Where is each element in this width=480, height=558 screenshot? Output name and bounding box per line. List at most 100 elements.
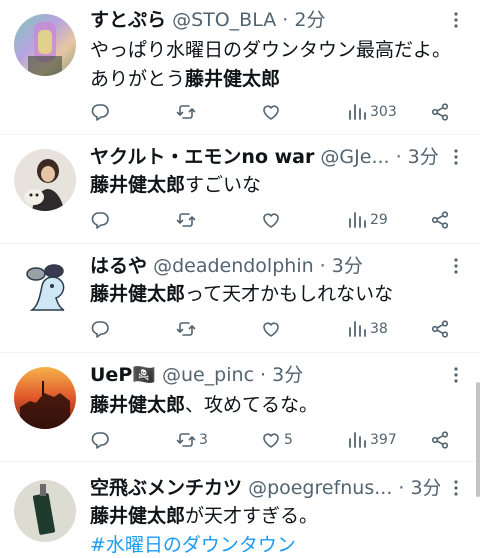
reply-button[interactable]: [90, 428, 113, 452]
more-icon[interactable]: [446, 256, 466, 276]
avatar-image: [32, 484, 56, 535]
retweet-icon: [176, 322, 196, 336]
display-name[interactable]: すとぷら: [90, 9, 166, 31]
tweet-text-plain: って天才かもしれないな: [185, 283, 394, 305]
retweet-button[interactable]: [176, 100, 199, 124]
handle-time[interactable]: @GJe... · 3分: [320, 146, 438, 168]
tweet-3[interactable]: はるや @deadendolphin · 3分 藤井健太郎って天才かもしれないな…: [0, 244, 480, 352]
display-name[interactable]: 空飛ぶメンチカツ: [90, 477, 242, 499]
avatar-image: [26, 264, 65, 311]
reply-icon: [91, 321, 109, 338]
retweet-count: 3: [199, 432, 208, 448]
tweet-2[interactable]: ヤクルト・エモンno war @GJe... · 3分 藤井健太郎すごいな 29: [0, 135, 480, 243]
share-button[interactable]: [430, 317, 450, 341]
like-icon: [263, 213, 279, 228]
share-button[interactable]: [430, 100, 450, 124]
view-count: 38: [370, 321, 388, 337]
handle-time[interactable]: @ue_pinc · 3分: [162, 364, 303, 386]
views-button[interactable]: 38: [347, 317, 388, 341]
tweet-text: 藤井健太郎すごいな: [90, 171, 466, 200]
view-count: 303: [370, 104, 397, 120]
tweet-text-line: 藤井健太郎が天才すぎる。: [90, 502, 466, 531]
tweet-header: はるや @deadendolphin · 3分: [90, 254, 440, 278]
more-icon[interactable]: [446, 10, 466, 30]
like-button[interactable]: 5: [261, 428, 293, 452]
tweet-text-line: ありがとう藤井健太郎: [90, 65, 466, 94]
tweet-text-line: 藤井健太郎、攻めてるな。: [90, 391, 466, 420]
views-icon: [349, 321, 366, 337]
avatar[interactable]: [14, 14, 76, 76]
retweet-button[interactable]: [176, 208, 199, 232]
action-bar: 303: [90, 100, 466, 124]
share-button[interactable]: [430, 428, 450, 452]
share-icon: [431, 431, 449, 449]
tweet-text: 藤井健太郎って天才かもしれないな: [90, 280, 466, 309]
like-button[interactable]: [261, 208, 284, 232]
tweet-5[interactable]: 空飛ぶメンチカツ @poegrefnus... · 3分 藤井健太郎が天才すぎる…: [0, 462, 480, 558]
tweet-text: 藤井健太郎、攻めてるな。: [90, 391, 466, 420]
display-name[interactable]: UeP🏴‍☠️: [90, 364, 156, 386]
tweet-text-plain: が天才すぎる。: [185, 505, 319, 527]
tweet-text: やっぱり水曜日のダウンタウン最高だよ。 ありがとう藤井健太郎: [90, 36, 466, 94]
hashtag-link[interactable]: #水曜日のダウンタウン: [90, 531, 466, 558]
action-bar: 3 5 397: [90, 428, 466, 452]
like-button[interactable]: [261, 100, 284, 124]
share-icon: [431, 103, 449, 121]
retweet-icon: [176, 105, 196, 119]
tweet-text-line: やっぱり水曜日のダウンタウン最高だよ。: [90, 39, 452, 61]
tweet-text: 藤井健太郎が天才すぎる。 #水曜日のダウンタウン: [90, 502, 466, 558]
view-count: 29: [370, 212, 388, 228]
like-icon: [263, 322, 279, 337]
tweet-4[interactable]: UeP🏴‍☠️ @ue_pinc · 3分 藤井健太郎、攻めてるな。 3 5 3…: [0, 353, 480, 461]
more-icon[interactable]: [446, 147, 466, 167]
avatar-image: [24, 159, 64, 211]
tweet-header: 空飛ぶメンチカツ @poegrefnus... · 3分: [90, 476, 440, 500]
views-button[interactable]: 397: [347, 428, 397, 452]
retweet-icon: [176, 433, 196, 447]
handle-time[interactable]: @poegrefnus... · 3分: [248, 477, 440, 499]
avatar[interactable]: [14, 367, 76, 429]
tweet-text-bold: 藤井健太郎: [90, 174, 186, 196]
avatar[interactable]: [14, 480, 76, 542]
display-name[interactable]: はるや: [90, 255, 147, 277]
retweet-button[interactable]: [176, 317, 199, 341]
reply-button[interactable]: [90, 100, 113, 124]
reply-icon: [91, 104, 109, 121]
retweet-button[interactable]: 3: [176, 428, 208, 452]
scrollbar[interactable]: [476, 382, 480, 497]
tweet-text-bold: 藤井健太郎: [90, 505, 186, 527]
tweet-text-bold: 藤井健太郎: [90, 394, 186, 416]
tweet-text-plain: ありがとう: [90, 68, 186, 90]
reply-icon: [91, 432, 109, 449]
handle-time[interactable]: @STO_BLA · 2分: [172, 9, 325, 31]
tweet-text-plain: 、攻めてるな。: [185, 394, 319, 416]
reply-button[interactable]: [90, 208, 113, 232]
avatar-image: [20, 381, 70, 429]
views-icon: [349, 212, 366, 228]
views-button[interactable]: 303: [347, 100, 397, 124]
views-icon: [349, 432, 366, 448]
more-icon[interactable]: [446, 478, 466, 498]
avatar[interactable]: [14, 149, 76, 211]
tweet-header: ヤクルト・エモンno war @GJe... · 3分: [90, 145, 440, 169]
views-button[interactable]: 29: [347, 208, 388, 232]
tweet-text-line: 藤井健太郎すごいな: [90, 171, 466, 200]
like-icon: [263, 433, 279, 448]
share-button[interactable]: [430, 208, 450, 232]
like-button[interactable]: [261, 317, 284, 341]
reply-button[interactable]: [90, 317, 113, 341]
reply-icon: [91, 212, 109, 229]
display-name[interactable]: ヤクルト・エモンno war: [90, 146, 314, 168]
avatar-image: [28, 22, 62, 76]
share-icon: [431, 211, 449, 229]
tweet-header: すとぷら @STO_BLA · 2分: [90, 8, 440, 32]
retweet-icon: [176, 213, 196, 227]
more-icon[interactable]: [446, 365, 466, 385]
handle-time[interactable]: @deadendolphin · 3分: [153, 255, 363, 277]
view-count: 397: [370, 432, 397, 448]
tweet-text-bold: 藤井健太郎: [90, 283, 186, 305]
action-bar: 29: [90, 208, 466, 232]
tweet-text-bold: 藤井健太郎: [185, 68, 281, 90]
tweet-1[interactable]: すとぷら @STO_BLA · 2分 やっぱり水曜日のダウンタウン最高だよ。 あ…: [0, 0, 480, 134]
avatar[interactable]: [14, 258, 76, 320]
